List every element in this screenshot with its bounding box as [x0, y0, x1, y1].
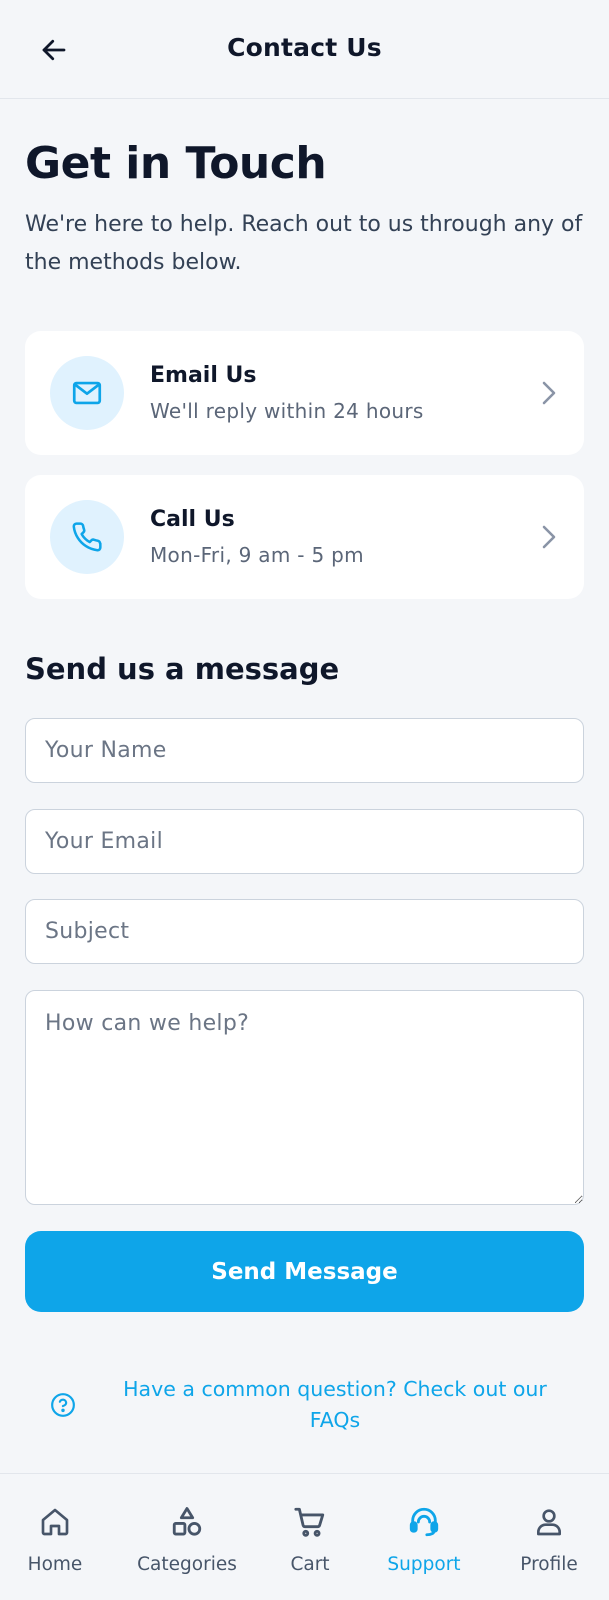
email-card-subtitle: We'll reply within 24 hours	[150, 399, 424, 423]
message-textarea[interactable]	[25, 990, 584, 1205]
shapes-icon	[169, 1504, 205, 1540]
headset-icon	[406, 1504, 442, 1540]
name-input[interactable]	[25, 718, 584, 783]
send-message-button[interactable]: Send Message	[25, 1231, 584, 1312]
nav-label-support: Support	[387, 1554, 461, 1575]
nav-item-support[interactable]: Support	[378, 1474, 470, 1600]
form-section-title: Send us a message	[25, 652, 340, 686]
faq-link[interactable]: Have a common question? Check out our FA…	[40, 1374, 570, 1444]
faq-link-text: Have a common question? Check out our FA…	[123, 1377, 547, 1432]
hero-title: Get in Touch	[25, 138, 327, 189]
email-us-card[interactable]: Email Us We'll reply within 24 hours	[25, 331, 584, 455]
chevron-right-icon	[534, 521, 562, 553]
nav-item-profile[interactable]: Profile	[512, 1474, 586, 1600]
help-circle-icon	[51, 1393, 75, 1417]
email-input[interactable]	[25, 809, 584, 874]
nav-label-profile: Profile	[520, 1554, 578, 1575]
chevron-right-icon	[534, 377, 562, 409]
home-icon	[37, 1504, 73, 1540]
page-title: Contact Us	[227, 33, 382, 62]
nav-label-cart: Cart	[290, 1554, 330, 1575]
cart-icon	[292, 1504, 328, 1540]
nav-item-cart[interactable]: Cart	[282, 1474, 338, 1600]
mail-icon	[72, 381, 102, 405]
call-us-card[interactable]: Call Us Mon-Fri, 9 am - 5 pm	[25, 475, 584, 599]
nav-item-categories[interactable]: Categories	[132, 1474, 242, 1600]
app-header: Contact Us	[0, 0, 609, 99]
phone-icon-bubble	[50, 500, 124, 574]
email-icon-bubble	[50, 356, 124, 430]
email-card-title: Email Us	[150, 363, 257, 388]
call-card-subtitle: Mon-Fri, 9 am - 5 pm	[150, 543, 364, 567]
user-icon	[531, 1504, 567, 1540]
nav-item-home[interactable]: Home	[18, 1474, 92, 1600]
nav-label-categories: Categories	[137, 1554, 237, 1575]
call-card-title: Call Us	[150, 507, 235, 532]
phone-icon	[72, 522, 102, 552]
bottom-nav: Home Categories Cart Support Profile	[0, 1473, 609, 1600]
hero-subtitle: We're here to help. Reach out to us thro…	[25, 212, 583, 275]
nav-label-home: Home	[27, 1554, 83, 1575]
subject-input[interactable]	[25, 899, 584, 964]
